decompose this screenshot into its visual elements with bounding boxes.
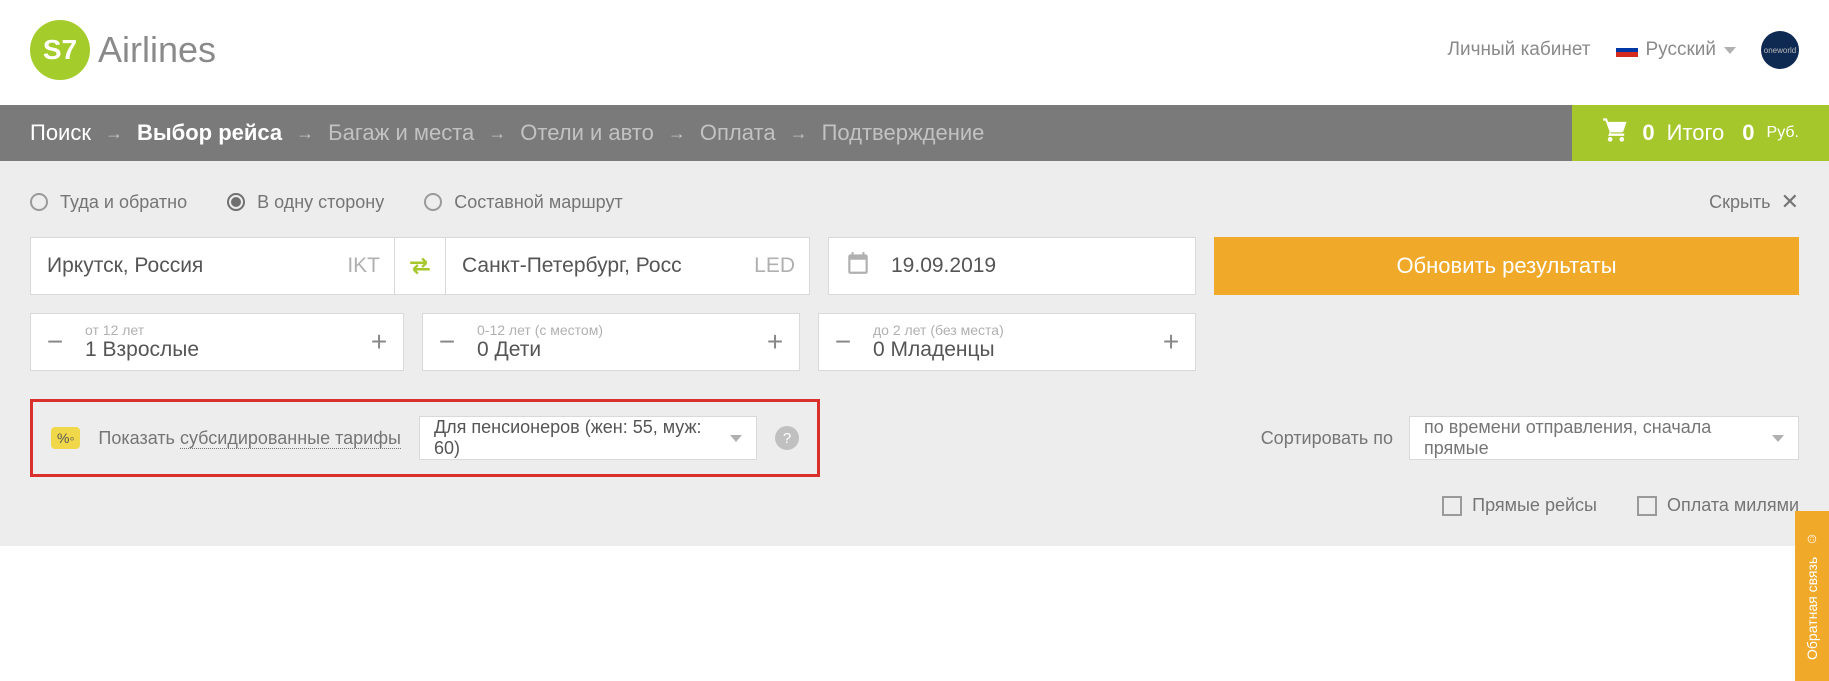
- arrow-icon: →: [668, 123, 686, 144]
- logo[interactable]: S7 Airlines: [30, 20, 216, 80]
- city-pair: Иркутск, Россия IKT Санкт-Петербург, Рос…: [30, 237, 810, 295]
- adults-value: 1 Взрослые: [85, 338, 355, 362]
- cart-label: Итого: [1667, 120, 1725, 146]
- infants-hint: до 2 лет (без места): [873, 322, 1147, 338]
- cart-count: 0: [1642, 120, 1654, 146]
- radio-icon: [30, 193, 48, 211]
- to-city-code: LED: [754, 254, 795, 278]
- breadcrumb-bar: Поиск → Выбор рейса → Багаж и места → От…: [0, 105, 1829, 161]
- chat-icon: ☺: [1804, 532, 1820, 548]
- subsidized-fares-box: %◦ Показать субсидированные тарифы Для п…: [30, 399, 820, 477]
- radio-label: Составной маршрут: [454, 192, 623, 213]
- subsidized-select[interactable]: Для пенсионеров (жен: 55, муж: 60): [419, 416, 757, 460]
- cart-amount: 0: [1742, 120, 1754, 146]
- arrow-icon: →: [790, 123, 808, 144]
- chevron-down-icon: [1724, 47, 1736, 54]
- update-results-button[interactable]: Обновить результаты: [1214, 237, 1799, 295]
- radio-oneway[interactable]: В одну сторону: [227, 192, 384, 213]
- pay-miles-checkbox[interactable]: Оплата милями: [1637, 495, 1799, 516]
- oneworld-icon: oneworld: [1761, 31, 1799, 69]
- feedback-tab[interactable]: Обратная связь ☺: [1795, 511, 1829, 681]
- cart-total[interactable]: 0 Итого 0 Руб.: [1572, 105, 1829, 161]
- trip-type-row: Туда и обратно В одну сторону Составной …: [30, 189, 1799, 215]
- radio-icon: [227, 193, 245, 211]
- sort-selected: по времени отправления, сначала прямые: [1424, 417, 1762, 459]
- flag-ru-icon: [1616, 43, 1638, 57]
- header-right: Личный кабинет Русский oneworld: [1448, 31, 1799, 69]
- swap-icon: [407, 253, 433, 279]
- radio-label: В одну сторону: [257, 192, 384, 213]
- cart-currency: Руб.: [1767, 124, 1799, 142]
- logo-text: Airlines: [98, 29, 216, 71]
- hide-label: Скрыть: [1709, 192, 1770, 213]
- radio-roundtrip[interactable]: Туда и обратно: [30, 192, 187, 213]
- to-city-value: Санкт-Петербург, Росс: [462, 254, 682, 278]
- radio-icon: [424, 193, 442, 211]
- date-input[interactable]: 19.09.2019: [828, 237, 1196, 295]
- logo-s7-icon: S7: [30, 20, 90, 80]
- language-label: Русский: [1646, 39, 1717, 61]
- percent-tag-icon: %◦: [51, 427, 80, 449]
- arrow-icon: →: [296, 123, 314, 144]
- close-icon: ✕: [1781, 189, 1799, 215]
- crumb-confirm: Подтверждение: [822, 120, 985, 146]
- subsidized-label[interactable]: Показать субсидированные тарифы: [98, 428, 401, 449]
- hide-toggle[interactable]: Скрыть ✕: [1709, 189, 1799, 215]
- sort-group: Сортировать по по времени отправления, с…: [1261, 416, 1799, 460]
- increment-button[interactable]: +: [1147, 314, 1195, 370]
- crumb-payment: Оплата: [700, 120, 776, 146]
- children-stepper: − 0-12 лет (с местом) 0 Дети +: [422, 313, 800, 371]
- children-value: 0 Дети: [477, 338, 751, 362]
- checkbox-icon: [1637, 496, 1657, 516]
- crumb-search[interactable]: Поиск: [30, 120, 91, 146]
- direct-flights-checkbox[interactable]: Прямые рейсы: [1442, 495, 1597, 516]
- radio-label: Туда и обратно: [60, 192, 187, 213]
- children-hint: 0-12 лет (с местом): [477, 322, 751, 338]
- subsidized-selected: Для пенсионеров (жен: 55, муж: 60): [434, 417, 720, 459]
- swap-button[interactable]: [394, 238, 446, 294]
- account-link[interactable]: Личный кабинет: [1448, 39, 1591, 61]
- language-selector[interactable]: Русский: [1616, 39, 1737, 61]
- crumb-flight[interactable]: Выбор рейса: [137, 120, 282, 146]
- options-row: %◦ Показать субсидированные тарифы Для п…: [30, 399, 1799, 477]
- from-city-input[interactable]: Иркутск, Россия IKT: [31, 238, 394, 294]
- crumb-hotels: Отели и авто: [520, 120, 654, 146]
- radio-multicity[interactable]: Составной маршрут: [424, 192, 623, 213]
- to-city-input[interactable]: Санкт-Петербург, Росс LED: [446, 238, 809, 294]
- header: S7 Airlines Личный кабинет Русский onewo…: [0, 0, 1829, 105]
- decrement-button[interactable]: −: [819, 314, 867, 370]
- adults-stepper: − от 12 лет 1 Взрослые +: [30, 313, 404, 371]
- increment-button[interactable]: +: [355, 314, 403, 370]
- help-icon[interactable]: ?: [775, 426, 799, 450]
- from-city-value: Иркутск, Россия: [47, 254, 203, 278]
- from-city-code: IKT: [347, 254, 380, 278]
- infants-stepper: − до 2 лет (без места) 0 Младенцы +: [818, 313, 1196, 371]
- calendar-icon: [845, 250, 871, 282]
- passenger-row: − от 12 лет 1 Взрослые + − 0-12 лет (с м…: [30, 313, 1799, 371]
- increment-button[interactable]: +: [751, 314, 799, 370]
- decrement-button[interactable]: −: [423, 314, 471, 370]
- search-row: Иркутск, Россия IKT Санкт-Петербург, Рос…: [30, 237, 1799, 295]
- direct-flights-label: Прямые рейсы: [1472, 495, 1597, 516]
- arrow-icon: →: [488, 123, 506, 144]
- sort-label: Сортировать по: [1261, 428, 1393, 449]
- crumb-baggage: Багаж и места: [328, 120, 474, 146]
- date-value: 19.09.2019: [891, 254, 996, 278]
- arrow-icon: →: [105, 123, 123, 144]
- checkbox-icon: [1442, 496, 1462, 516]
- pay-miles-label: Оплата милями: [1667, 495, 1799, 516]
- sort-select[interactable]: по времени отправления, сначала прямые: [1409, 416, 1799, 460]
- feedback-label: Обратная связь: [1804, 556, 1820, 659]
- chevron-down-icon: [1772, 435, 1784, 442]
- decrement-button[interactable]: −: [31, 314, 79, 370]
- chevron-down-icon: [730, 435, 742, 442]
- infants-value: 0 Младенцы: [873, 338, 1147, 362]
- adults-hint: от 12 лет: [85, 322, 355, 338]
- filter-checks: Прямые рейсы Оплата милями: [30, 495, 1799, 516]
- search-form: Туда и обратно В одну сторону Составной …: [0, 161, 1829, 546]
- cart-icon: [1602, 116, 1630, 150]
